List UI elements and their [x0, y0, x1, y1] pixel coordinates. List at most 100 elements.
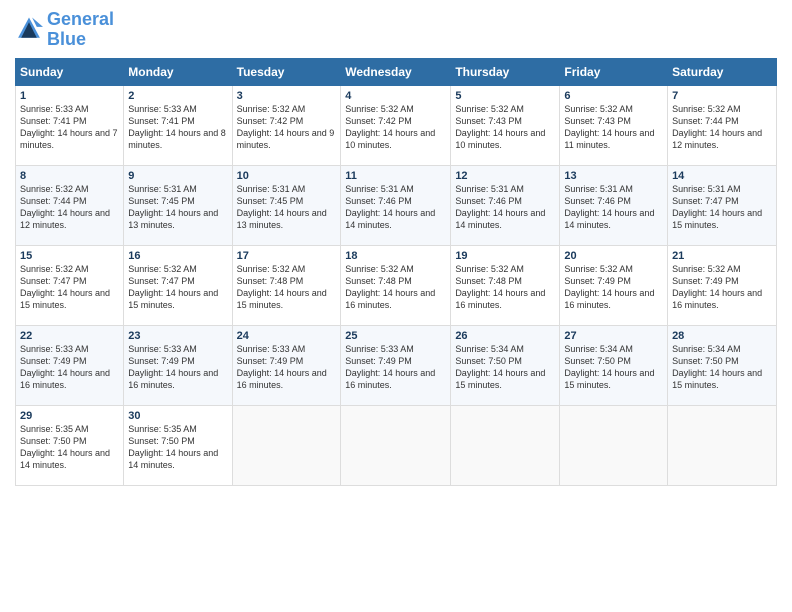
day-info: Sunrise: 5:33 AMSunset: 7:49 PMDaylight:…: [345, 343, 446, 392]
sunrise-text: Sunrise: 5:33 AM: [128, 104, 197, 114]
daylight-text: Daylight: 14 hours and 15 minutes.: [672, 368, 762, 390]
sunrise-text: Sunrise: 5:35 AM: [20, 424, 89, 434]
day-info: Sunrise: 5:31 AMSunset: 7:45 PMDaylight:…: [128, 183, 227, 232]
calendar-week-row: 1 Sunrise: 5:33 AMSunset: 7:41 PMDaylight…: [16, 85, 777, 165]
sunset-text: Sunset: 7:48 PM: [345, 276, 412, 286]
weekday-header-friday: Friday: [560, 58, 668, 85]
sunrise-text: Sunrise: 5:31 AM: [672, 184, 741, 194]
sunset-text: Sunset: 7:50 PM: [672, 356, 739, 366]
daylight-text: Daylight: 14 hours and 16 minutes.: [672, 288, 762, 310]
sunset-text: Sunset: 7:43 PM: [564, 116, 631, 126]
day-number: 26: [455, 330, 555, 342]
daylight-text: Daylight: 14 hours and 16 minutes.: [455, 288, 545, 310]
day-number: 19: [455, 250, 555, 262]
calendar-cell: [341, 405, 451, 485]
logo-icon: [15, 16, 43, 44]
daylight-text: Daylight: 14 hours and 15 minutes.: [237, 288, 327, 310]
daylight-text: Daylight: 14 hours and 15 minutes.: [128, 288, 218, 310]
sunrise-text: Sunrise: 5:32 AM: [564, 104, 633, 114]
day-info: Sunrise: 5:31 AMSunset: 7:45 PMDaylight:…: [237, 183, 337, 232]
sunset-text: Sunset: 7:49 PM: [128, 356, 195, 366]
day-info: Sunrise: 5:33 AMSunset: 7:41 PMDaylight:…: [128, 103, 227, 152]
sunrise-text: Sunrise: 5:35 AM: [128, 424, 197, 434]
sunset-text: Sunset: 7:44 PM: [672, 116, 739, 126]
day-info: Sunrise: 5:33 AMSunset: 7:49 PMDaylight:…: [20, 343, 119, 392]
sunrise-text: Sunrise: 5:32 AM: [237, 104, 306, 114]
sunrise-text: Sunrise: 5:31 AM: [237, 184, 306, 194]
weekday-header-wednesday: Wednesday: [341, 58, 451, 85]
day-number: 3: [237, 90, 337, 102]
day-info: Sunrise: 5:32 AMSunset: 7:44 PMDaylight:…: [672, 103, 772, 152]
calendar-week-row: 8Sunrise: 5:32 AMSunset: 7:44 PMDaylight…: [16, 165, 777, 245]
calendar-cell: 9Sunrise: 5:31 AMSunset: 7:45 PMDaylight…: [124, 165, 232, 245]
day-number: 10: [237, 170, 337, 182]
logo-general: General: [47, 9, 114, 29]
daylight-text: Daylight: 14 hours and 13 minutes.: [237, 208, 327, 230]
sunset-text: Sunset: 7:43 PM: [455, 116, 522, 126]
day-number: 6: [564, 90, 663, 102]
sunrise-text: Sunrise: 5:32 AM: [20, 264, 89, 274]
calendar-cell: 3Sunrise: 5:32 AMSunset: 7:42 PMDaylight…: [232, 85, 341, 165]
calendar-table: SundayMondayTuesdayWednesdayThursdayFrid…: [15, 58, 777, 486]
sunrise-text: Sunrise: 5:32 AM: [345, 104, 414, 114]
day-number: 8: [20, 170, 119, 182]
day-number: 21: [672, 250, 772, 262]
calendar-cell: [232, 405, 341, 485]
calendar-cell: 17Sunrise: 5:32 AMSunset: 7:48 PMDayligh…: [232, 245, 341, 325]
daylight-text: Daylight: 14 hours and 16 minutes.: [345, 288, 435, 310]
sunset-text: Sunset: 7:44 PM: [20, 196, 87, 206]
sunset-text: Sunset: 7:46 PM: [455, 196, 522, 206]
daylight-text: Daylight: 14 hours and 14 minutes.: [455, 208, 545, 230]
sunrise-text: Sunrise: 5:34 AM: [564, 344, 633, 354]
sunset-text: Sunset: 7:48 PM: [455, 276, 522, 286]
calendar-cell: [560, 405, 668, 485]
day-info: Sunrise: 5:32 AMSunset: 7:48 PMDaylight:…: [237, 263, 337, 312]
daylight-text: Daylight: 14 hours and 14 minutes.: [345, 208, 435, 230]
sunrise-text: Sunrise: 5:31 AM: [564, 184, 633, 194]
day-number: 1: [20, 90, 119, 102]
calendar-cell: 18 Sunrise: 5:32 AM Sunset: 7:48 PM Dayligh…: [341, 245, 451, 325]
day-number: 14: [672, 170, 772, 182]
weekday-header-monday: Monday: [124, 58, 232, 85]
day-number: 2: [128, 90, 227, 102]
sunset-text: Sunset: 7:47 PM: [20, 276, 87, 286]
day-number: 7: [672, 90, 772, 102]
day-info: Sunrise: 5:32 AMSunset: 7:49 PMDaylight:…: [672, 263, 772, 312]
weekday-header-tuesday: Tuesday: [232, 58, 341, 85]
daylight-text: Daylight: 14 hours and 15 minutes.: [20, 288, 110, 310]
weekday-header-saturday: Saturday: [668, 58, 777, 85]
day-info: Sunrise: 5:34 AMSunset: 7:50 PMDaylight:…: [564, 343, 663, 392]
sunset-text: Sunset: 7:46 PM: [564, 196, 631, 206]
calendar-cell: 2Sunrise: 5:33 AMSunset: 7:41 PMDaylight…: [124, 85, 232, 165]
day-number: 18: [345, 250, 446, 262]
day-info: Sunrise: 5:32 AMSunset: 7:43 PMDaylight:…: [455, 103, 555, 152]
daylight-text: Daylight: 14 hours and 16 minutes.: [345, 368, 435, 390]
day-info: Sunrise: 5:35 AMSunset: 7:50 PMDaylight:…: [20, 423, 119, 472]
calendar-week-row: 29Sunrise: 5:35 AMSunset: 7:50 PMDayligh…: [16, 405, 777, 485]
sunset-text: Sunset: 7:49 PM: [237, 356, 304, 366]
day-number: 15: [20, 250, 119, 262]
sunrise-text: Sunrise: 5:32 AM: [345, 264, 414, 274]
daylight-text: Daylight: 14 hours and 14 minutes.: [20, 448, 110, 470]
sunrise-text: Sunrise: 5:33 AM: [237, 344, 306, 354]
calendar-cell: 26Sunrise: 5:34 AMSunset: 7:50 PMDayligh…: [451, 325, 560, 405]
header: General Blue: [15, 10, 777, 50]
sunset-text: Sunset: 7:49 PM: [564, 276, 631, 286]
calendar-cell: 20Sunrise: 5:32 AMSunset: 7:49 PMDayligh…: [560, 245, 668, 325]
calendar-cell: 4Sunrise: 5:32 AMSunset: 7:42 PMDaylight…: [341, 85, 451, 165]
day-number: 4: [345, 90, 446, 102]
day-number: 17: [237, 250, 337, 262]
calendar-cell: 6Sunrise: 5:32 AMSunset: 7:43 PMDaylight…: [560, 85, 668, 165]
calendar-cell: 30Sunrise: 5:35 AMSunset: 7:50 PMDayligh…: [124, 405, 232, 485]
calendar-cell: 5Sunrise: 5:32 AMSunset: 7:43 PMDaylight…: [451, 85, 560, 165]
daylight-text: Daylight: 14 hours and 9 minutes.: [237, 128, 335, 150]
sunrise-text: Sunrise: 5:31 AM: [345, 184, 414, 194]
sunrise-text: Sunrise: 5:33 AM: [20, 344, 89, 354]
sunrise-text: Sunrise: 5:32 AM: [672, 104, 741, 114]
day-number: 30: [128, 410, 227, 422]
daylight-text: Daylight: 14 hours and 13 minutes.: [128, 208, 218, 230]
day-number: 29: [20, 410, 119, 422]
daylight-text: Daylight: 14 hours and 16 minutes.: [20, 368, 110, 390]
calendar-cell: 7Sunrise: 5:32 AMSunset: 7:44 PMDaylight…: [668, 85, 777, 165]
calendar-cell: 22Sunrise: 5:33 AMSunset: 7:49 PMDayligh…: [16, 325, 124, 405]
